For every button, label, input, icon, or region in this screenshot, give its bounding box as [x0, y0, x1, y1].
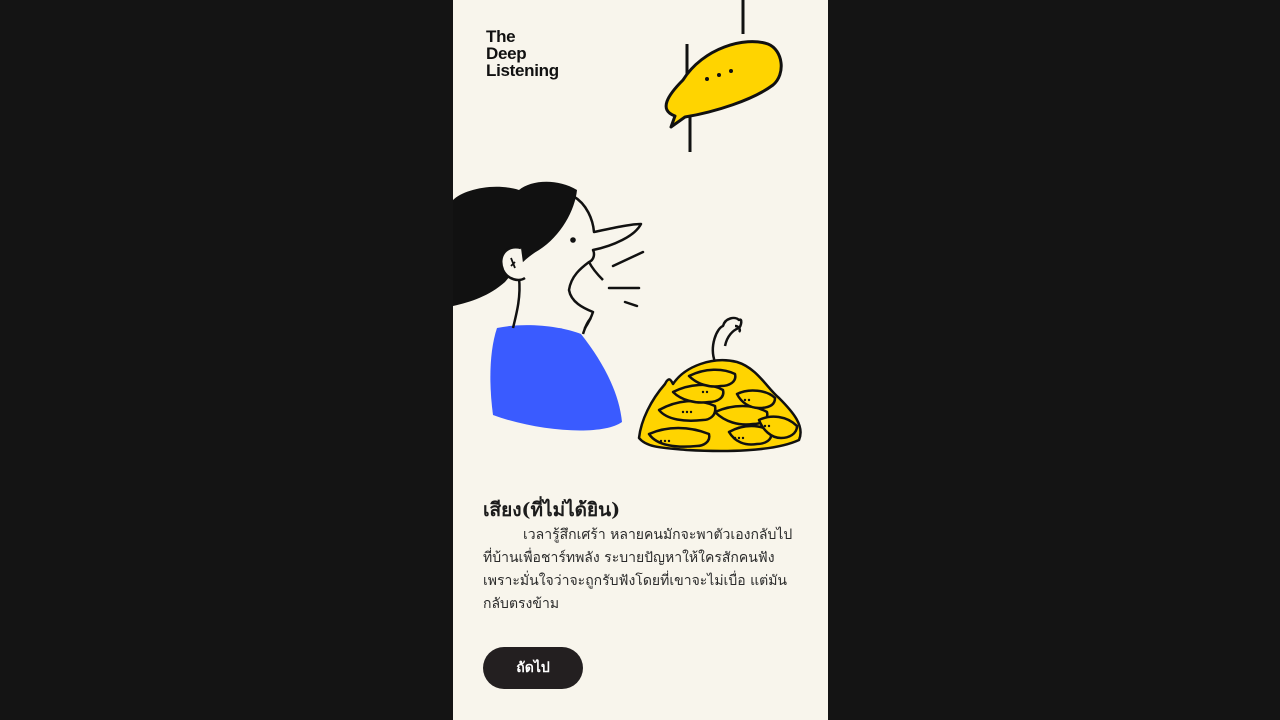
viewport-background: The Deep Listening เสียง(ที่ไม่ได้ยิน) เ… — [0, 0, 1280, 720]
speech-bubble-pile-icon — [637, 316, 802, 453]
person-figure — [453, 181, 645, 431]
story-card: The Deep Listening เสียง(ที่ไม่ได้ยิน) เ… — [453, 0, 828, 720]
story-title: เสียง(ที่ไม่ได้ยิน) — [483, 499, 621, 521]
story-paragraph: เวลารู้สึกเศร้า หลายคนมักจะพาตัวเองกลับไ… — [483, 527, 793, 612]
next-button[interactable]: ถัดไป — [483, 647, 583, 689]
hanging-speech-bubble-icon — [664, 0, 783, 152]
story-illustration — [453, 0, 802, 453]
